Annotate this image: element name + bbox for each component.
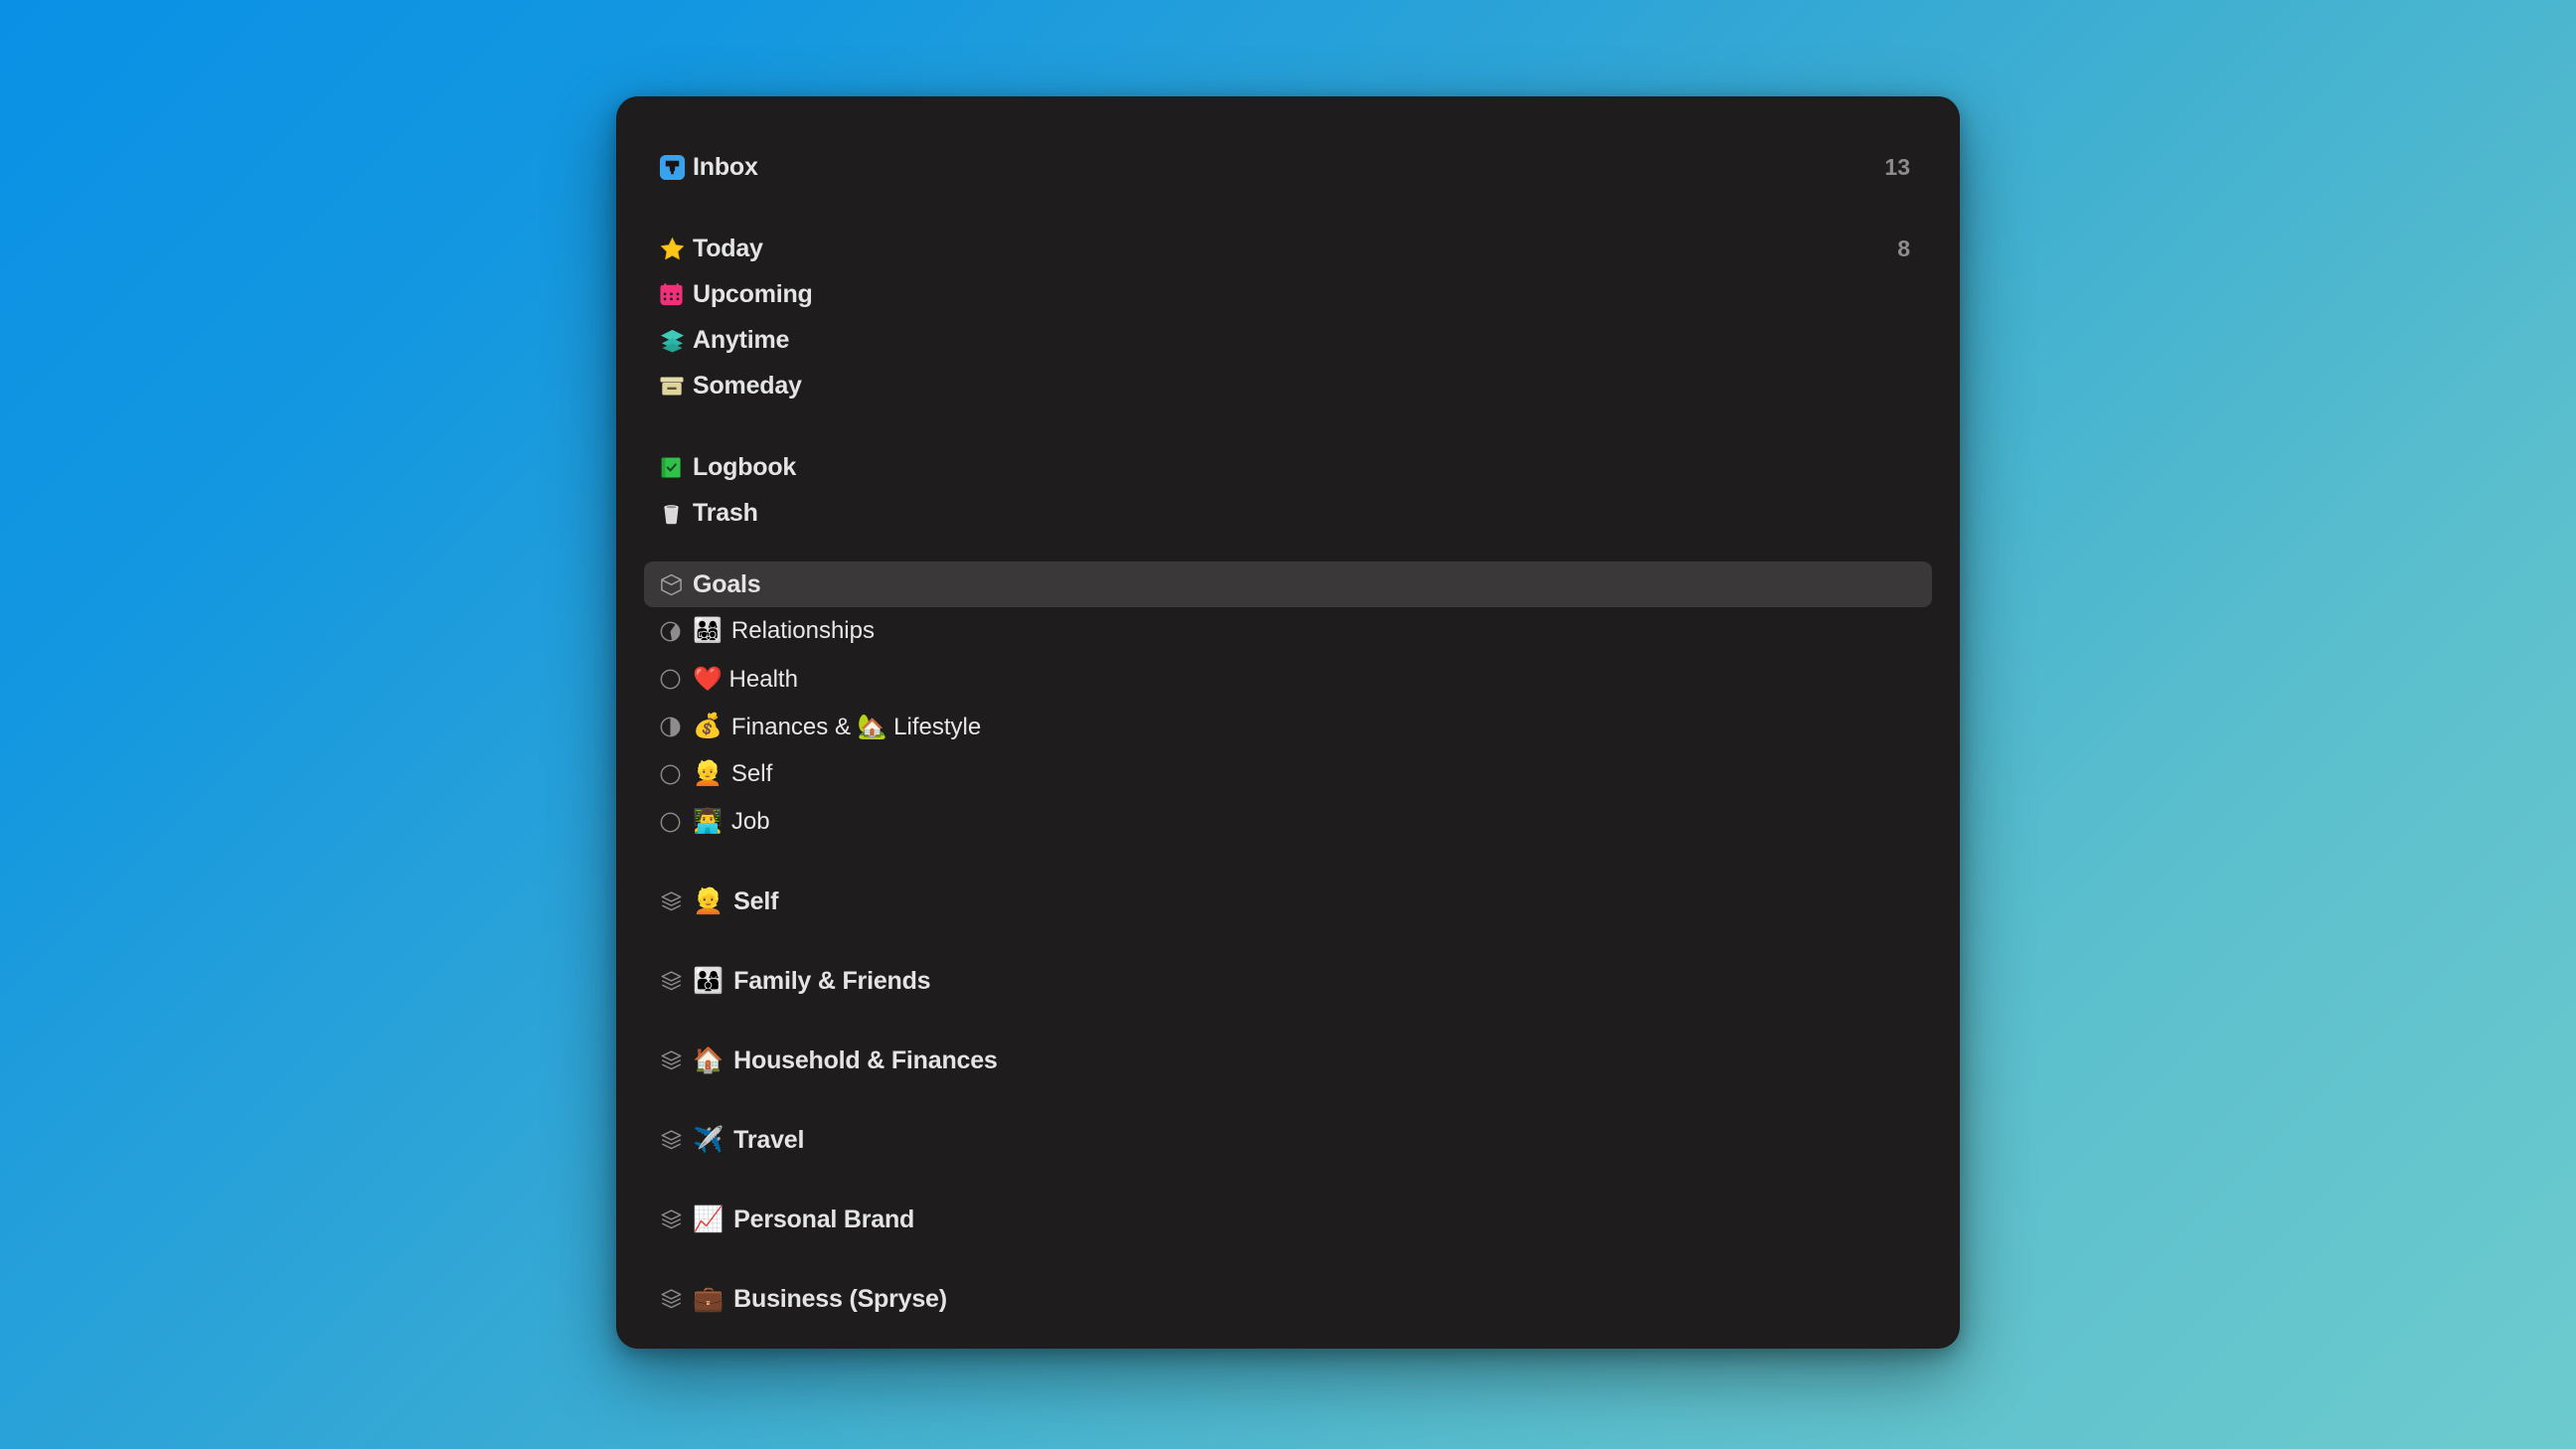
progress-circle-icon	[659, 620, 693, 643]
goal-label: Relationships	[730, 617, 875, 644]
goal-label: Finances & 🏡 Lifestyle	[730, 713, 982, 740]
area-item-business-spryse[interactable]: 💼 Business (Spryse)	[644, 1275, 1932, 1323]
goal-item-relationships[interactable]: 👨‍👩‍👧‍👦 Relationships	[644, 607, 1932, 655]
sidebar: Inbox 13 Today 8 Upcoming Anytime Someda…	[616, 96, 1960, 1349]
area-item-family-friends[interactable]: 👨‍👩‍👦 Family & Friends	[644, 957, 1932, 1005]
goal-item-finances-lifestyle[interactable]: 💰 Finances & 🏡 Lifestyle	[644, 703, 1932, 750]
goal-item-job[interactable]: 👨‍💻 Job	[644, 798, 1932, 846]
area-layers-icon	[659, 1048, 693, 1073]
area-emoji: 🏠	[693, 1046, 724, 1074]
sidebar-item-label: Goals	[693, 569, 761, 598]
sidebar-item-someday[interactable]: Someday	[644, 363, 1932, 408]
area-label: Family & Friends	[733, 966, 931, 995]
inbox-tray-icon	[659, 154, 693, 181]
area-emoji: 👱	[693, 886, 724, 915]
areas-list: 👱 Self 👨‍👩‍👦 Family & Friends	[644, 878, 1932, 1323]
divider-spacer	[644, 408, 1932, 444]
things-app-window: Inbox 13 Today 8 Upcoming Anytime Someda…	[616, 96, 1960, 1349]
area-label: Household & Finances	[733, 1046, 998, 1074]
sidebar-item-today[interactable]: Today 8	[644, 226, 1932, 271]
logbook-icon	[659, 454, 693, 480]
area-hexagon-icon	[659, 572, 693, 597]
inbox-count-badge: 13	[1884, 153, 1910, 180]
area-label: Business (Spryse)	[733, 1284, 947, 1313]
area-label: Personal Brand	[733, 1205, 915, 1233]
progress-circle-icon	[659, 763, 693, 786]
area-emoji: ✈️	[693, 1125, 724, 1154]
area-layers-icon	[659, 1128, 693, 1153]
trash-icon	[659, 501, 693, 526]
layers-icon	[659, 327, 693, 354]
area-emoji: 💼	[693, 1284, 724, 1313]
goal-label: Self	[730, 760, 773, 787]
area-item-travel[interactable]: ✈️ Travel	[644, 1116, 1932, 1164]
area-item-household-finances[interactable]: 🏠 Household & Finances	[644, 1037, 1932, 1084]
sidebar-item-label: Today	[693, 234, 763, 262]
area-label: Self	[733, 886, 779, 915]
area-layers-icon	[659, 969, 693, 994]
area-label: Travel	[733, 1125, 805, 1154]
sidebar-item-label: Anytime	[693, 325, 790, 354]
sidebar-item-anytime[interactable]: Anytime	[644, 317, 1932, 363]
divider-spacer	[644, 190, 1932, 226]
goal-emoji: 👨‍👩‍👧‍👦	[693, 617, 723, 644]
area-layers-icon	[659, 889, 693, 914]
sidebar-item-logbook[interactable]: Logbook	[644, 444, 1932, 490]
goal-emoji: 👱	[693, 760, 723, 787]
area-item-self[interactable]: 👱 Self	[644, 878, 1932, 925]
progress-circle-icon	[659, 716, 693, 738]
sidebar-item-trash[interactable]: Trash	[644, 490, 1932, 536]
goal-label: ❤️ Health	[693, 665, 798, 693]
area-layers-icon	[659, 1287, 693, 1312]
sidebar-item-label: Someday	[693, 371, 802, 400]
sidebar-item-label: Trash	[693, 498, 758, 527]
star-icon	[659, 236, 693, 262]
sidebar-item-label: Inbox	[693, 152, 758, 181]
sidebar-item-label: Logbook	[693, 452, 797, 481]
calendar-icon	[659, 282, 693, 307]
goals-list: 👨‍👩‍👧‍👦 Relationships ❤️ Health	[644, 607, 1932, 846]
goal-emoji: 💰	[693, 713, 723, 739]
divider-spacer	[644, 536, 1932, 562]
goal-label: Job	[730, 808, 770, 835]
sidebar-item-goals[interactable]: Goals	[644, 562, 1932, 607]
area-emoji: 📈	[693, 1205, 724, 1233]
area-emoji: 👨‍👩‍👦	[693, 966, 724, 995]
sidebar-item-inbox[interactable]: Inbox 13	[644, 144, 1932, 190]
goal-item-self[interactable]: 👱 Self	[644, 750, 1932, 798]
goal-emoji: 👨‍💻	[693, 808, 723, 835]
progress-circle-icon	[659, 811, 693, 834]
sidebar-item-label: Upcoming	[693, 279, 813, 308]
area-layers-icon	[659, 1208, 693, 1232]
sidebar-item-upcoming[interactable]: Upcoming	[644, 271, 1932, 317]
progress-circle-icon	[659, 668, 693, 691]
area-item-personal-brand[interactable]: 📈 Personal Brand	[644, 1196, 1932, 1243]
archive-box-icon	[659, 373, 693, 399]
today-count-badge: 8	[1897, 235, 1910, 261]
goal-item-health[interactable]: ❤️ Health	[644, 655, 1932, 703]
